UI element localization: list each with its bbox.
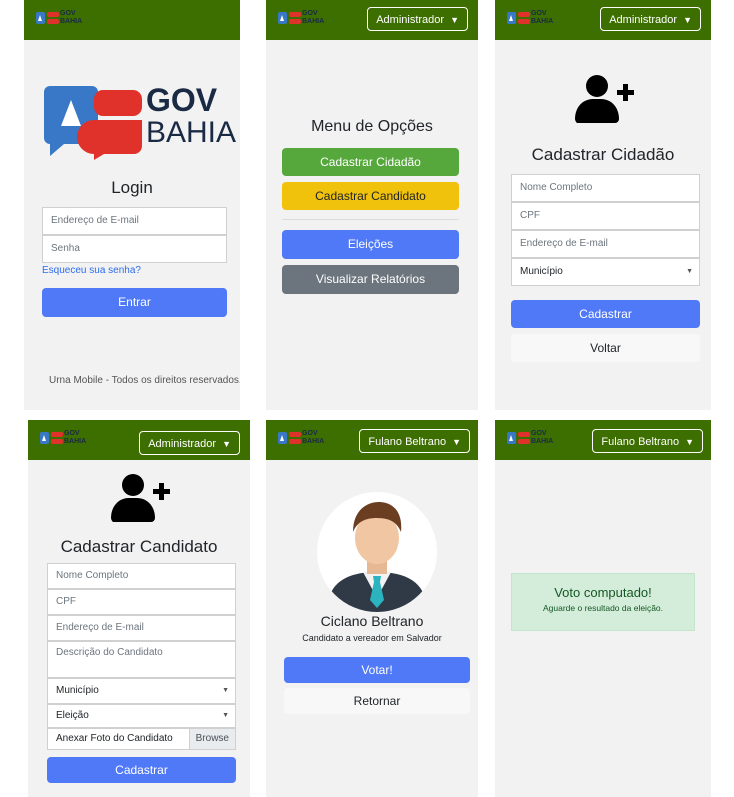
caret-down-icon: ▼ xyxy=(450,15,459,25)
candidate-role: Candidato a vereador em Salvador xyxy=(302,633,442,643)
user-plus-icon xyxy=(111,474,170,522)
page-title: Cadastrar Cidadão xyxy=(531,145,675,164)
email-input[interactable]: Endereço de E-mail xyxy=(511,230,700,258)
votar-screen: GOV BAHIA Fulano Beltrano ▼ Ciclano Beltra… xyxy=(266,420,478,797)
select-caret-icon: ▼ xyxy=(222,712,229,719)
photo-file-label: Anexar Foto do Candidato xyxy=(56,733,173,744)
navbar: GOV BAHIA xyxy=(24,0,240,40)
candidate-name: Ciclano Beltrano xyxy=(320,613,424,629)
caret-down-icon: ▼ xyxy=(222,439,231,449)
navbar: GOV BAHIA Administrador ▼ xyxy=(266,0,478,40)
eleicao-select[interactable]: Eleição ▼ xyxy=(47,704,236,728)
user-name: Fulano Beltrano xyxy=(368,436,447,448)
cadastrar-button[interactable]: Cadastrar xyxy=(511,300,700,328)
caret-down-icon: ▼ xyxy=(685,437,694,447)
login-button[interactable]: Entrar xyxy=(42,288,227,317)
user-dropdown[interactable]: Fulano Beltrano ▼ xyxy=(592,429,703,453)
email-input[interactable]: Endereço de E-mail xyxy=(47,615,236,641)
select-caret-icon: ▼ xyxy=(222,687,229,694)
logo-bahia-text: BAHIA xyxy=(146,116,237,149)
user-name: Administrador xyxy=(148,438,217,450)
description-textarea[interactable]: Descrição do Candidato xyxy=(47,641,236,678)
user-dropdown[interactable]: Administrador ▼ xyxy=(139,431,240,455)
user-dropdown[interactable]: Fulano Beltrano ▼ xyxy=(359,429,470,453)
municipio-select[interactable]: Município ▼ xyxy=(511,258,700,286)
voto-computado-screen: GOV BAHIA Fulano Beltrano ▼ Voto computado… xyxy=(495,420,711,797)
login-screen: GOV BAHIA GOV BAHIA Login Endereço de E-m… xyxy=(24,0,240,410)
votar-button[interactable]: Votar! xyxy=(284,657,470,683)
footer-text: Urna Mobile - Todos os direitos reservad… xyxy=(49,375,240,386)
eleicao-select-value: Eleição xyxy=(56,710,89,721)
user-plus-icon xyxy=(575,75,634,123)
navbar: GOV BAHIA Administrador ▼ xyxy=(28,420,250,460)
page-title: Cadastrar Candidato xyxy=(60,537,218,556)
success-alert: Voto computado! Aguarde o resultado da e… xyxy=(511,573,695,631)
name-input[interactable]: Nome Completo xyxy=(47,563,236,589)
cadastrar-cidadao-screen: GOV BAHIA Administrador ▼ Cadastrar Cidadã… xyxy=(495,0,711,410)
browse-button[interactable]: Browse xyxy=(188,729,235,749)
menu-cadastrar-cidadao-button[interactable]: Cadastrar Cidadão xyxy=(282,148,459,176)
alert-title: Voto computado! xyxy=(554,585,652,600)
forgot-password-link[interactable]: Esqueceu sua senha? xyxy=(42,265,141,276)
menu-relatorios-button[interactable]: Visualizar Relatórios xyxy=(282,265,459,294)
menu-eleicoes-button[interactable]: Eleições xyxy=(282,230,459,259)
alert-message: Aguarde o resultado da eleição. xyxy=(542,603,664,613)
user-name: Administrador xyxy=(376,14,445,26)
cpf-input[interactable]: CPF xyxy=(511,202,700,230)
name-input[interactable]: Nome Completo xyxy=(511,174,700,202)
menu-title: Menu de Opções xyxy=(311,118,433,135)
navbar: GOV BAHIA Administrador ▼ xyxy=(495,0,711,40)
voltar-button[interactable]: Voltar xyxy=(511,334,700,362)
select-caret-icon: ▼ xyxy=(686,268,693,275)
user-name: Administrador xyxy=(609,14,678,26)
login-title: Login xyxy=(111,178,153,197)
municipio-select-value: Município xyxy=(520,266,563,277)
menu-screen: GOV BAHIA Administrador ▼ Menu de Opções C… xyxy=(266,0,478,410)
navbar: GOV BAHIA Fulano Beltrano ▼ xyxy=(266,420,478,460)
municipio-select-value: Município xyxy=(56,685,99,696)
menu-divider xyxy=(282,219,459,220)
cadastrar-button[interactable]: Cadastrar xyxy=(47,757,236,783)
navbar: GOV BAHIA Fulano Beltrano ▼ xyxy=(495,420,711,460)
email-input[interactable]: Endereço de E-mail xyxy=(42,207,227,235)
caret-down-icon: ▼ xyxy=(683,15,692,25)
municipio-select[interactable]: Município ▼ xyxy=(47,678,236,704)
user-name: Fulano Beltrano xyxy=(601,436,680,448)
cadastrar-candidato-screen: GOV BAHIA Administrador ▼ Cadastrar Candid… xyxy=(28,420,250,797)
user-dropdown[interactable]: Administrador ▼ xyxy=(600,7,701,31)
caret-down-icon: ▼ xyxy=(452,437,461,447)
photo-file-input[interactable]: Anexar Foto do Candidato Browse xyxy=(47,728,236,750)
logo-gov-text: GOV xyxy=(146,82,218,118)
menu-cadastrar-candidato-button[interactable]: Cadastrar Candidato xyxy=(282,182,459,210)
password-input[interactable]: Senha xyxy=(42,235,227,263)
retornar-button[interactable]: Retornar xyxy=(284,688,470,714)
candidate-avatar xyxy=(317,492,437,612)
gov-bahia-logo-large: GOV BAHIA xyxy=(44,82,237,160)
cpf-input[interactable]: CPF xyxy=(47,589,236,615)
user-dropdown[interactable]: Administrador ▼ xyxy=(367,7,468,31)
